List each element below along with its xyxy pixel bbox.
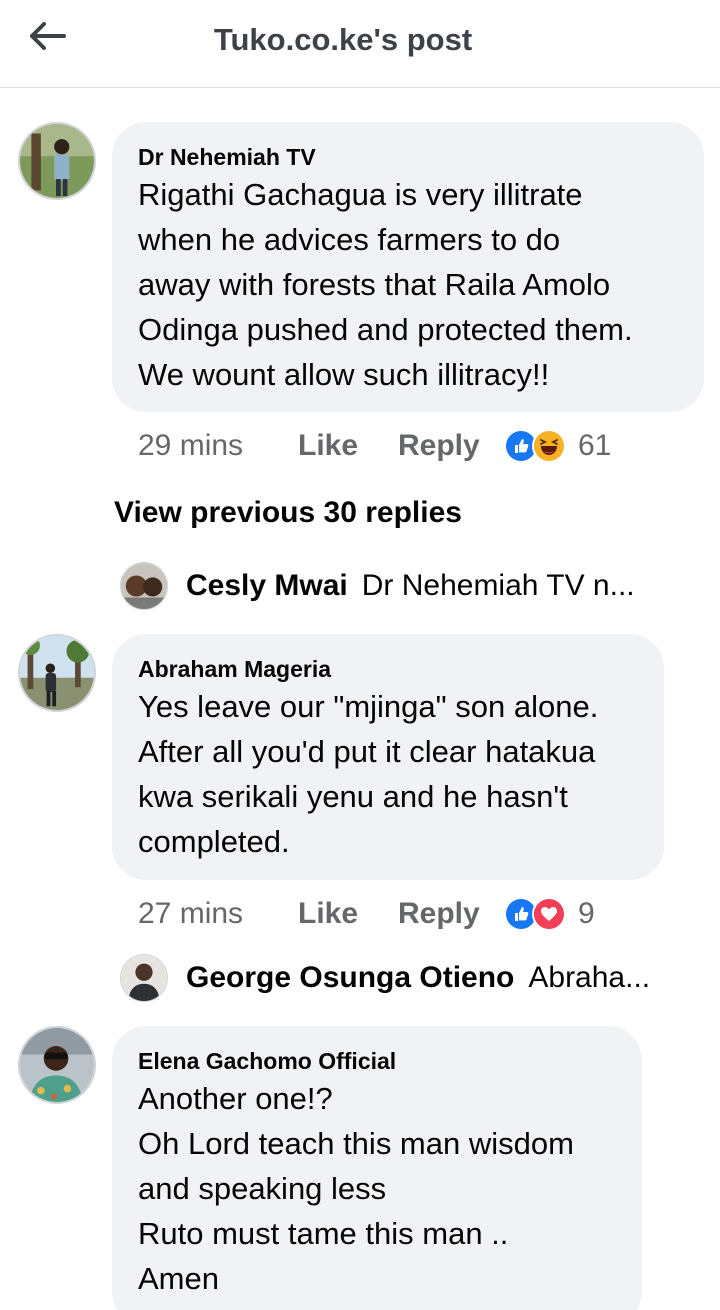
reactions[interactable] (504, 897, 566, 931)
avatar-abraham-mageria[interactable] (18, 634, 96, 712)
like-button[interactable]: Like (298, 429, 398, 463)
comment-author[interactable]: Dr Nehemiah TV (138, 142, 678, 172)
comment-author[interactable]: Abraham Mageria (138, 654, 638, 684)
comment-actions: 27 mins Like Reply 9 (138, 894, 595, 934)
reply-button[interactable]: Reply (398, 897, 504, 931)
comment-author[interactable]: Elena Gachomo Official (138, 1046, 616, 1076)
avatar-elena-gachomo-official[interactable] (18, 1026, 96, 1104)
reply-author[interactable]: Cesly Mwai (186, 569, 348, 603)
view-previous-replies-link[interactable]: View previous 30 replies (114, 496, 462, 530)
reply-snippet: Abraha... (528, 961, 651, 994)
like-button[interactable]: Like (298, 897, 398, 931)
reply-preview[interactable]: George Osunga Otieno Abraha... (186, 954, 686, 1002)
love-reaction-icon (532, 897, 566, 931)
comment-time[interactable]: 27 mins (138, 897, 298, 931)
reactions[interactable] (504, 429, 566, 463)
comment-time[interactable]: 29 mins (138, 429, 298, 463)
top-bar: Tuko.co.ke's post (0, 0, 720, 88)
page-title: Tuko.co.ke's post (213, 22, 473, 57)
comment-actions: 29 mins Like Reply 61 (138, 426, 611, 466)
reply-preview[interactable]: Cesly Mwai Dr Nehemiah TV n... (186, 562, 686, 610)
reply-snippet: Dr Nehemiah TV n... (361, 569, 635, 602)
reaction-count[interactable]: 9 (578, 897, 595, 931)
avatar-dr-nehemiah-tv[interactable] (18, 122, 96, 200)
avatar-cesly-mwai[interactable] (120, 562, 168, 610)
avatar-george-osunga-otieno[interactable] (120, 954, 168, 1002)
comment-bubble[interactable]: Elena Gachomo Official Another one!? Oh … (112, 1026, 642, 1310)
comment-bubble[interactable]: Abraham Mageria Yes leave our "mjinga" s… (112, 634, 664, 880)
comment-bubble[interactable]: Dr Nehemiah TV Rigathi Gachagua is very … (112, 122, 704, 412)
haha-reaction-icon (532, 429, 566, 463)
reply-author[interactable]: George Osunga Otieno (186, 961, 514, 995)
comment-text: Rigathi Gachagua is very illitrate when … (138, 177, 633, 392)
reply-button[interactable]: Reply (398, 429, 504, 463)
comment-text: Another one!? Oh Lord teach this man wis… (138, 1081, 574, 1296)
comment-text: Yes leave our "mjinga" son alone. After … (138, 689, 599, 859)
reaction-count[interactable]: 61 (578, 429, 611, 463)
